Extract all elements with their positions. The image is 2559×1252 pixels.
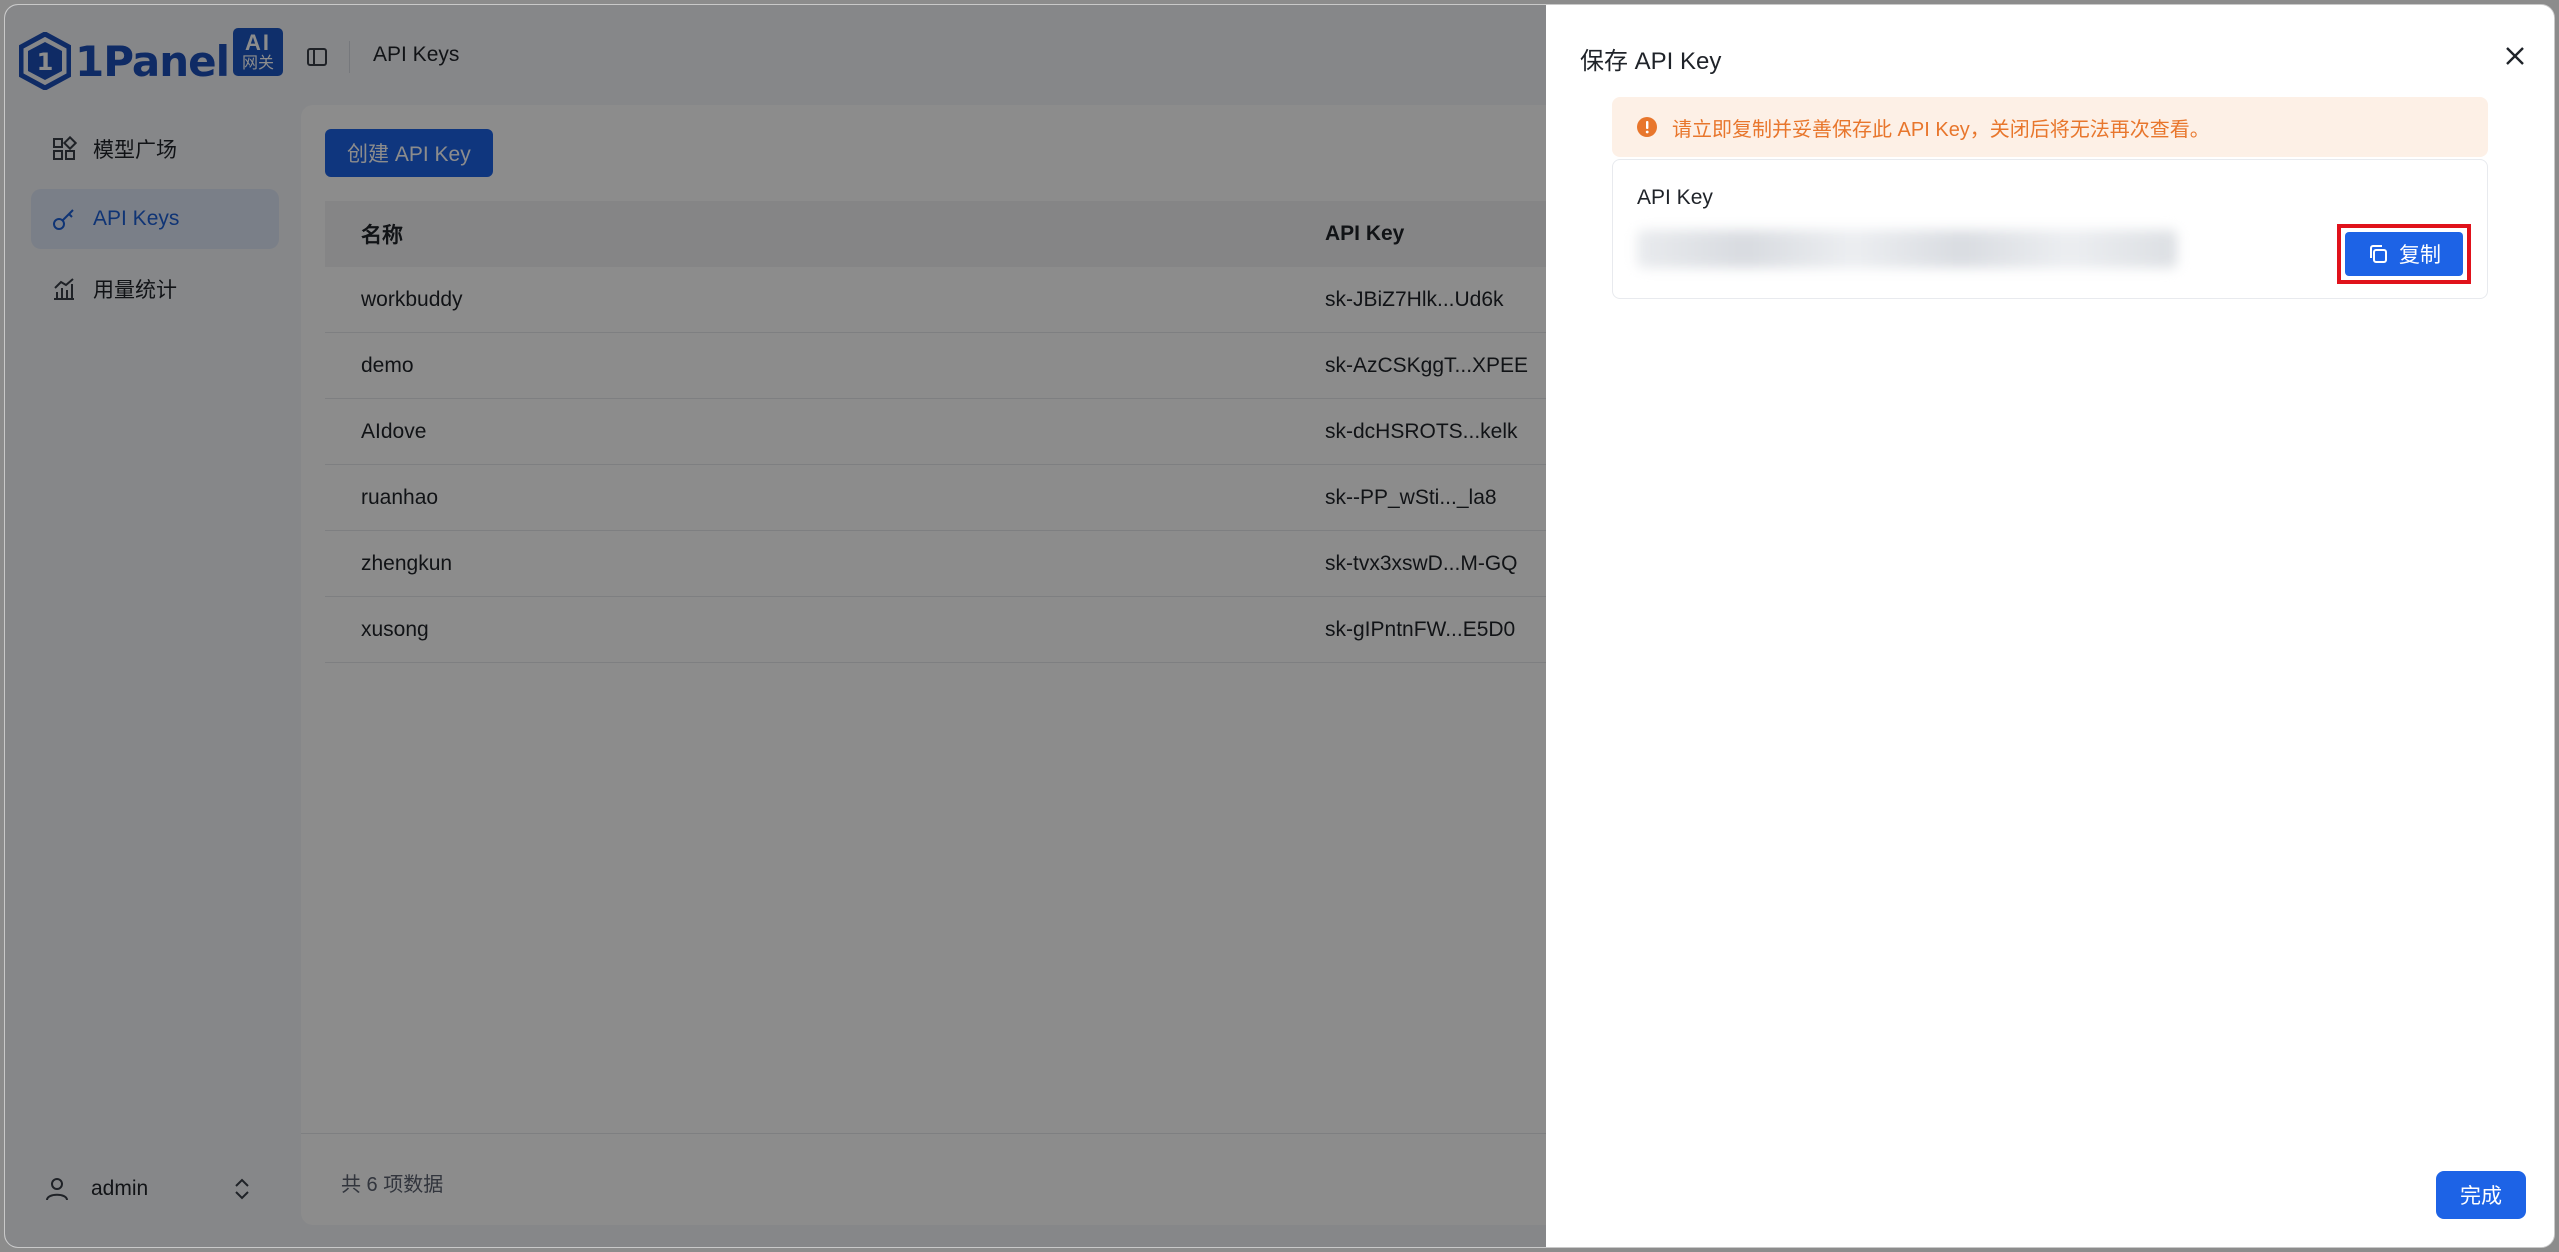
api-key-value-blurred	[1637, 230, 2177, 268]
done-button[interactable]: 完成	[2436, 1171, 2526, 1219]
warning-icon	[1637, 117, 1657, 137]
modal-overlay[interactable]	[5, 5, 1546, 1247]
api-key-box: API Key 复制	[1612, 159, 2488, 299]
copy-button-label: 复制	[2399, 244, 2441, 267]
copy-button[interactable]: 复制	[2345, 232, 2463, 276]
warning-text: 请立即复制并妥善保存此 API Key，关闭后将无法再次查看。	[1672, 118, 2210, 141]
save-api-key-drawer: 保存 API Key 请立即复制并妥善保存此 API Key，关闭后将无法再次查…	[1546, 5, 2554, 1247]
copy-button-highlight: 复制	[2337, 224, 2471, 284]
app-background: 1 1Panel AI 网关 API Keys 模型广场 API Keys 用量…	[5, 5, 1601, 1247]
app-window: 1 1Panel AI 网关 API Keys 模型广场 API Keys 用量…	[4, 4, 2555, 1248]
close-icon[interactable]	[2500, 41, 2530, 71]
warning-alert: 请立即复制并妥善保存此 API Key，关闭后将无法再次查看。	[1612, 97, 2488, 157]
drawer-title: 保存 API Key	[1580, 48, 1722, 75]
copy-icon	[2370, 245, 2387, 263]
api-key-label: API Key	[1637, 186, 1713, 209]
